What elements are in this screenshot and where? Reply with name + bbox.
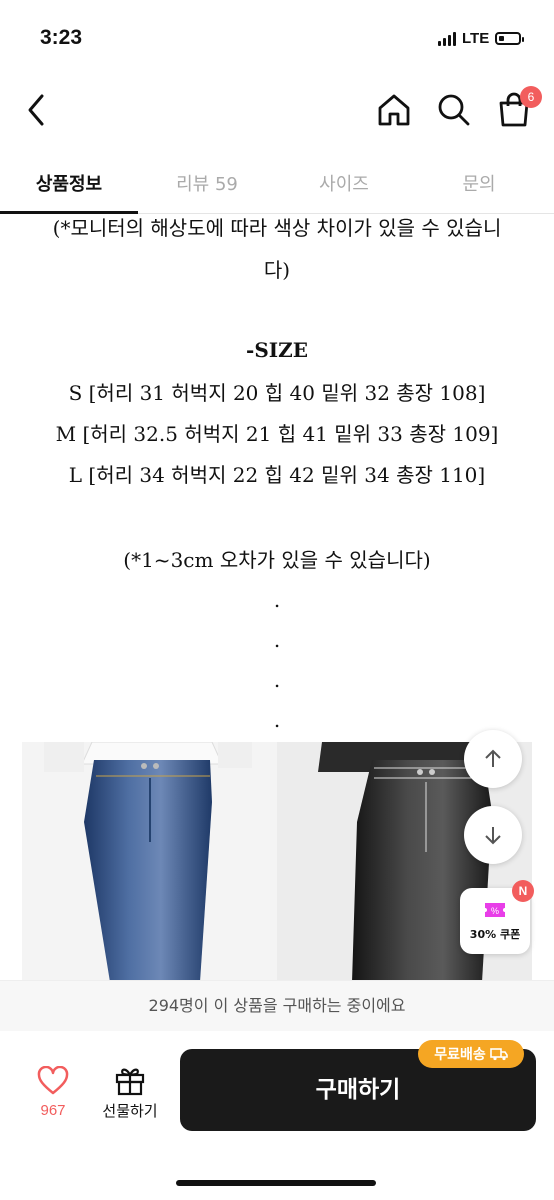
scroll-bottom-button[interactable] <box>464 806 522 864</box>
tolerance-note: (*1~3cm 오차가 있을 수 있습니다) <box>123 548 431 572</box>
gift-label: 선물하기 <box>102 1102 158 1120</box>
size-heading: -SIZE <box>246 338 308 362</box>
dot-separator: . <box>273 668 281 692</box>
tab-reviews[interactable]: 리뷰 59 <box>148 170 266 195</box>
purchase-activity-notice: 294명이 이 상품을 구매하는 중이에요 <box>0 980 554 1031</box>
home-indicator <box>176 1180 376 1186</box>
monitor-note-line1: (*모니터의 해상도에 따라 색상 차이가 있을 수 있습니 <box>52 216 502 240</box>
tab-size[interactable]: 사이즈 <box>285 170 403 195</box>
gift-icon <box>115 1068 145 1096</box>
size-row-s: S [허리 31 허벅지 20 힙 40 밑위 32 총장 108] <box>68 381 486 405</box>
status-time: 3:23 <box>40 26 83 49</box>
tab-inquiry[interactable]: 문의 <box>420 170 538 195</box>
search-button[interactable] <box>434 90 474 130</box>
like-count: 967 <box>40 1102 66 1119</box>
free-shipping-label: 무료배송 <box>434 1047 486 1063</box>
coupon-new-badge: N <box>512 880 534 902</box>
dot-separator: . <box>273 628 281 652</box>
home-button[interactable] <box>374 90 414 130</box>
scroll-top-button[interactable] <box>464 730 522 788</box>
battery-icon <box>495 32 525 45</box>
home-icon <box>378 94 410 126</box>
search-icon <box>438 94 470 126</box>
back-button[interactable] <box>18 90 58 130</box>
gift-button[interactable] <box>112 1064 148 1096</box>
heart-icon <box>37 1065 69 1095</box>
dot-separator: . <box>273 708 281 732</box>
product-photo <box>22 742 532 982</box>
free-shipping-badge: 무료배송 <box>418 1040 524 1068</box>
truck-icon <box>489 1048 508 1061</box>
arrow-down-icon <box>485 827 501 845</box>
svg-text:%: % <box>491 906 499 916</box>
dot-separator: . <box>273 588 281 612</box>
coupon-ticket-icon: % <box>485 903 505 917</box>
cart-count-badge: 6 <box>520 86 542 108</box>
status-indicators: LTE <box>438 30 525 47</box>
size-row-l: L [허리 34 허벅지 22 힙 42 밑위 34 총장 110] <box>68 463 486 487</box>
arrow-up-icon <box>485 749 501 767</box>
size-row-m: M [허리 32.5 허벅지 21 힙 41 밑위 33 총장 109] <box>55 422 499 446</box>
network-type: LTE <box>462 30 490 47</box>
monitor-note-line2: 다) <box>263 258 291 282</box>
coupon-label: 30% 쿠폰 <box>469 928 521 941</box>
signal-icon <box>438 31 456 46</box>
tab-product-info[interactable]: 상품정보 <box>10 170 128 195</box>
back-icon <box>28 94 44 126</box>
like-button[interactable] <box>36 1065 70 1096</box>
